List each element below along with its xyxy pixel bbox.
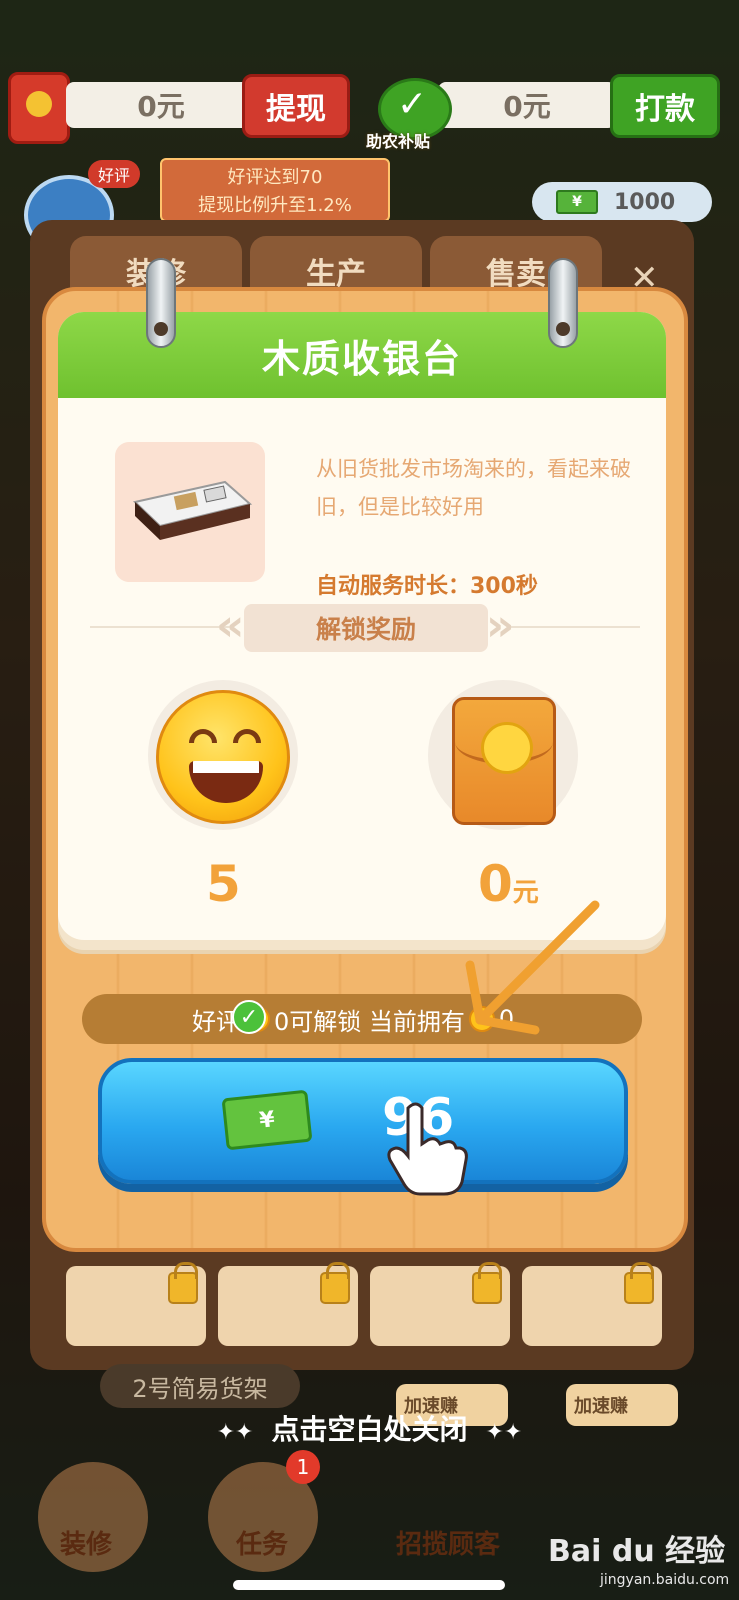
nav-label-decor: 装修 [60,1530,113,1560]
binder-ring-right-icon [548,258,578,348]
promo-banner: 好评达到70 提现比例升至1.2% [160,158,390,222]
divider-left [90,626,230,628]
divider-right [510,626,640,628]
cash-icon: ¥ [556,190,598,214]
item-description: 从旧货批发市场淘来的，看起来破旧，但是比较好用 [316,457,631,519]
withdraw-button[interactable]: 提现 [242,74,350,138]
cash-amount: 1000 [614,189,676,215]
chevron-left-icon: « [216,600,245,651]
red-packet-icon [8,72,70,144]
tap-hand-icon [387,1102,468,1196]
subsidy-value: 0元 [438,82,616,128]
pay-button[interactable]: 打款 [610,74,720,138]
top-hud: 0元 提现 0元 助农补贴 打款 [8,72,731,152]
promo-line-1: 好评达到70 [227,167,323,188]
balance-value: 0元 [66,82,256,128]
home-indicator[interactable] [233,1580,505,1590]
leaf-left-icon: ✦✦ [216,1420,254,1445]
lock-icon [472,1262,502,1304]
task-badge: 1 [286,1450,320,1484]
shelf-label: 2号简易货架 [100,1364,300,1408]
close-hint[interactable]: ✦✦ 点击空白处关闭 ✦✦ [0,1408,739,1448]
lock-icon [624,1262,654,1304]
baidu-watermark-url: jingyan.baidu.com [600,1572,730,1588]
condition-part2: 0可解锁 当前拥有 [274,1007,465,1036]
close-hint-text: 点击空白处关闭 [271,1413,468,1446]
smile-face-icon [156,690,290,824]
arrow-icon [465,900,600,1035]
smile-reward-value: 5 [206,855,241,913]
good-review-badge: 好评 [88,160,140,188]
lock-icon [168,1262,198,1304]
lock-icon [320,1262,350,1304]
unlock-reward-label: 解锁奖励 [244,604,488,652]
promo-line-2: 提现比例升至1.2% [198,195,352,216]
auto-service-duration: 自动服务时长：300秒 [316,574,538,599]
condition-check-icon: ✓ [232,1000,266,1034]
baidu-watermark: Bai du 经验 [548,1534,726,1569]
red-packet-reward-icon [452,697,556,825]
binder-ring-left-icon [146,258,176,348]
cash-register-table-icon [115,442,265,582]
cash-icon: ¥ [221,1089,313,1151]
nav-label-task: 任务 [236,1530,289,1560]
nav-label-attract: 招揽顾客 [396,1530,501,1560]
leaf-right-icon: ✦✦ [485,1420,523,1445]
subsidy-label: 助农补贴 [366,132,431,151]
buy-button[interactable] [98,1058,628,1184]
chevron-right-icon: » [486,600,515,651]
cash-chip: ¥ 1000 [532,182,712,222]
